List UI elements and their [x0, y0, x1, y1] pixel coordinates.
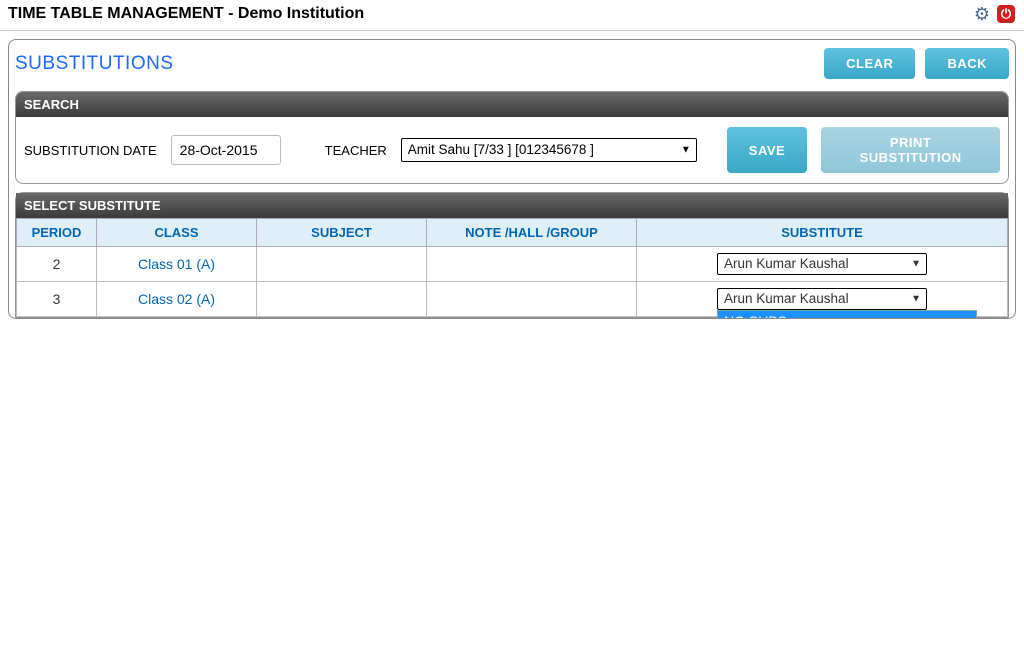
substitute-select-wrap: Arun Kumar Kaushal ▼ NO SUBS ::OTHER SUB… — [717, 288, 927, 310]
substitute-table: PERIOD CLASS SUBJECT NOTE /HALL /GROUP S… — [16, 218, 1008, 317]
table-row: 2 Class 01 (A) Arun Kumar Kaushal ▼ — [17, 247, 1008, 282]
header-icons — [972, 4, 1016, 24]
subheader-buttons: CLEAR BACK — [824, 48, 1009, 79]
col-subject-header: SUBJECT — [257, 219, 427, 247]
clear-button[interactable]: CLEAR — [824, 48, 915, 79]
table-header-row: PERIOD CLASS SUBJECT NOTE /HALL /GROUP S… — [17, 219, 1008, 247]
search-panel: SEARCH SUBSTITUTION DATE TEACHER Amit Sa… — [15, 91, 1009, 184]
back-button[interactable]: BACK — [925, 48, 1009, 79]
table-row: 3 Class 02 (A) Arun Kumar Kaushal ▼ NO S… — [17, 282, 1008, 317]
col-substitute-header: SUBSTITUTE — [637, 219, 1008, 247]
cell-class: Class 01 (A) — [97, 247, 257, 282]
teacher-select[interactable]: Amit Sahu [7/33 ] [012345678 ] — [401, 138, 697, 162]
col-note-header: NOTE /HALL /GROUP — [427, 219, 637, 247]
cell-substitute: Arun Kumar Kaushal ▼ — [637, 247, 1008, 282]
col-period-header: PERIOD — [17, 219, 97, 247]
substitute-select[interactable]: Arun Kumar Kaushal — [717, 253, 927, 275]
cell-subject — [257, 247, 427, 282]
print-substitution-button[interactable]: PRINT SUBSTITUTION — [821, 127, 1000, 173]
power-icon[interactable] — [996, 4, 1016, 24]
dropdown-option-nosubs[interactable]: NO SUBS — [718, 311, 976, 319]
substitute-select-wrap: Arun Kumar Kaushal ▼ — [717, 253, 927, 275]
cell-substitute: Arun Kumar Kaushal ▼ NO SUBS ::OTHER SUB… — [637, 282, 1008, 317]
cell-subject — [257, 282, 427, 317]
substitution-date-label: SUBSTITUTION DATE — [24, 143, 157, 158]
search-action-buttons: SAVE PRINT SUBSTITUTION — [727, 127, 1000, 173]
substitute-dropdown[interactable]: NO SUBS ::OTHER SUBJECT:: Arun Kumar Kau… — [717, 310, 977, 319]
cell-period: 3 — [17, 282, 97, 317]
main-panel: SUBSTITUTIONS CLEAR BACK SEARCH SUBSTITU… — [8, 39, 1016, 319]
cell-class: Class 02 (A) — [97, 282, 257, 317]
cell-note — [427, 282, 637, 317]
select-substitute-header: SELECT SUBSTITUTE — [16, 193, 1008, 218]
substitution-date-input[interactable] — [171, 135, 281, 165]
top-header: TIME TABLE MANAGEMENT - Demo Institution — [0, 0, 1024, 28]
settings-icon[interactable] — [972, 4, 992, 24]
cell-note — [427, 247, 637, 282]
cell-period: 2 — [17, 247, 97, 282]
select-substitute-panel: SELECT SUBSTITUTE PERIOD CLASS SUBJECT N… — [15, 192, 1009, 318]
divider — [0, 30, 1024, 31]
substitute-select[interactable]: Arun Kumar Kaushal — [717, 288, 927, 310]
teacher-label: TEACHER — [325, 143, 387, 158]
search-header: SEARCH — [16, 92, 1008, 117]
teacher-select-wrap: Amit Sahu [7/33 ] [012345678 ] ▼ — [401, 138, 697, 162]
save-button[interactable]: SAVE — [727, 127, 807, 173]
col-class-header: CLASS — [97, 219, 257, 247]
search-body: SUBSTITUTION DATE TEACHER Amit Sahu [7/3… — [16, 117, 1008, 183]
app-title: TIME TABLE MANAGEMENT - Demo Institution — [8, 5, 364, 23]
page-title: SUBSTITUTIONS — [15, 53, 174, 75]
subheader: SUBSTITUTIONS CLEAR BACK — [9, 40, 1015, 85]
